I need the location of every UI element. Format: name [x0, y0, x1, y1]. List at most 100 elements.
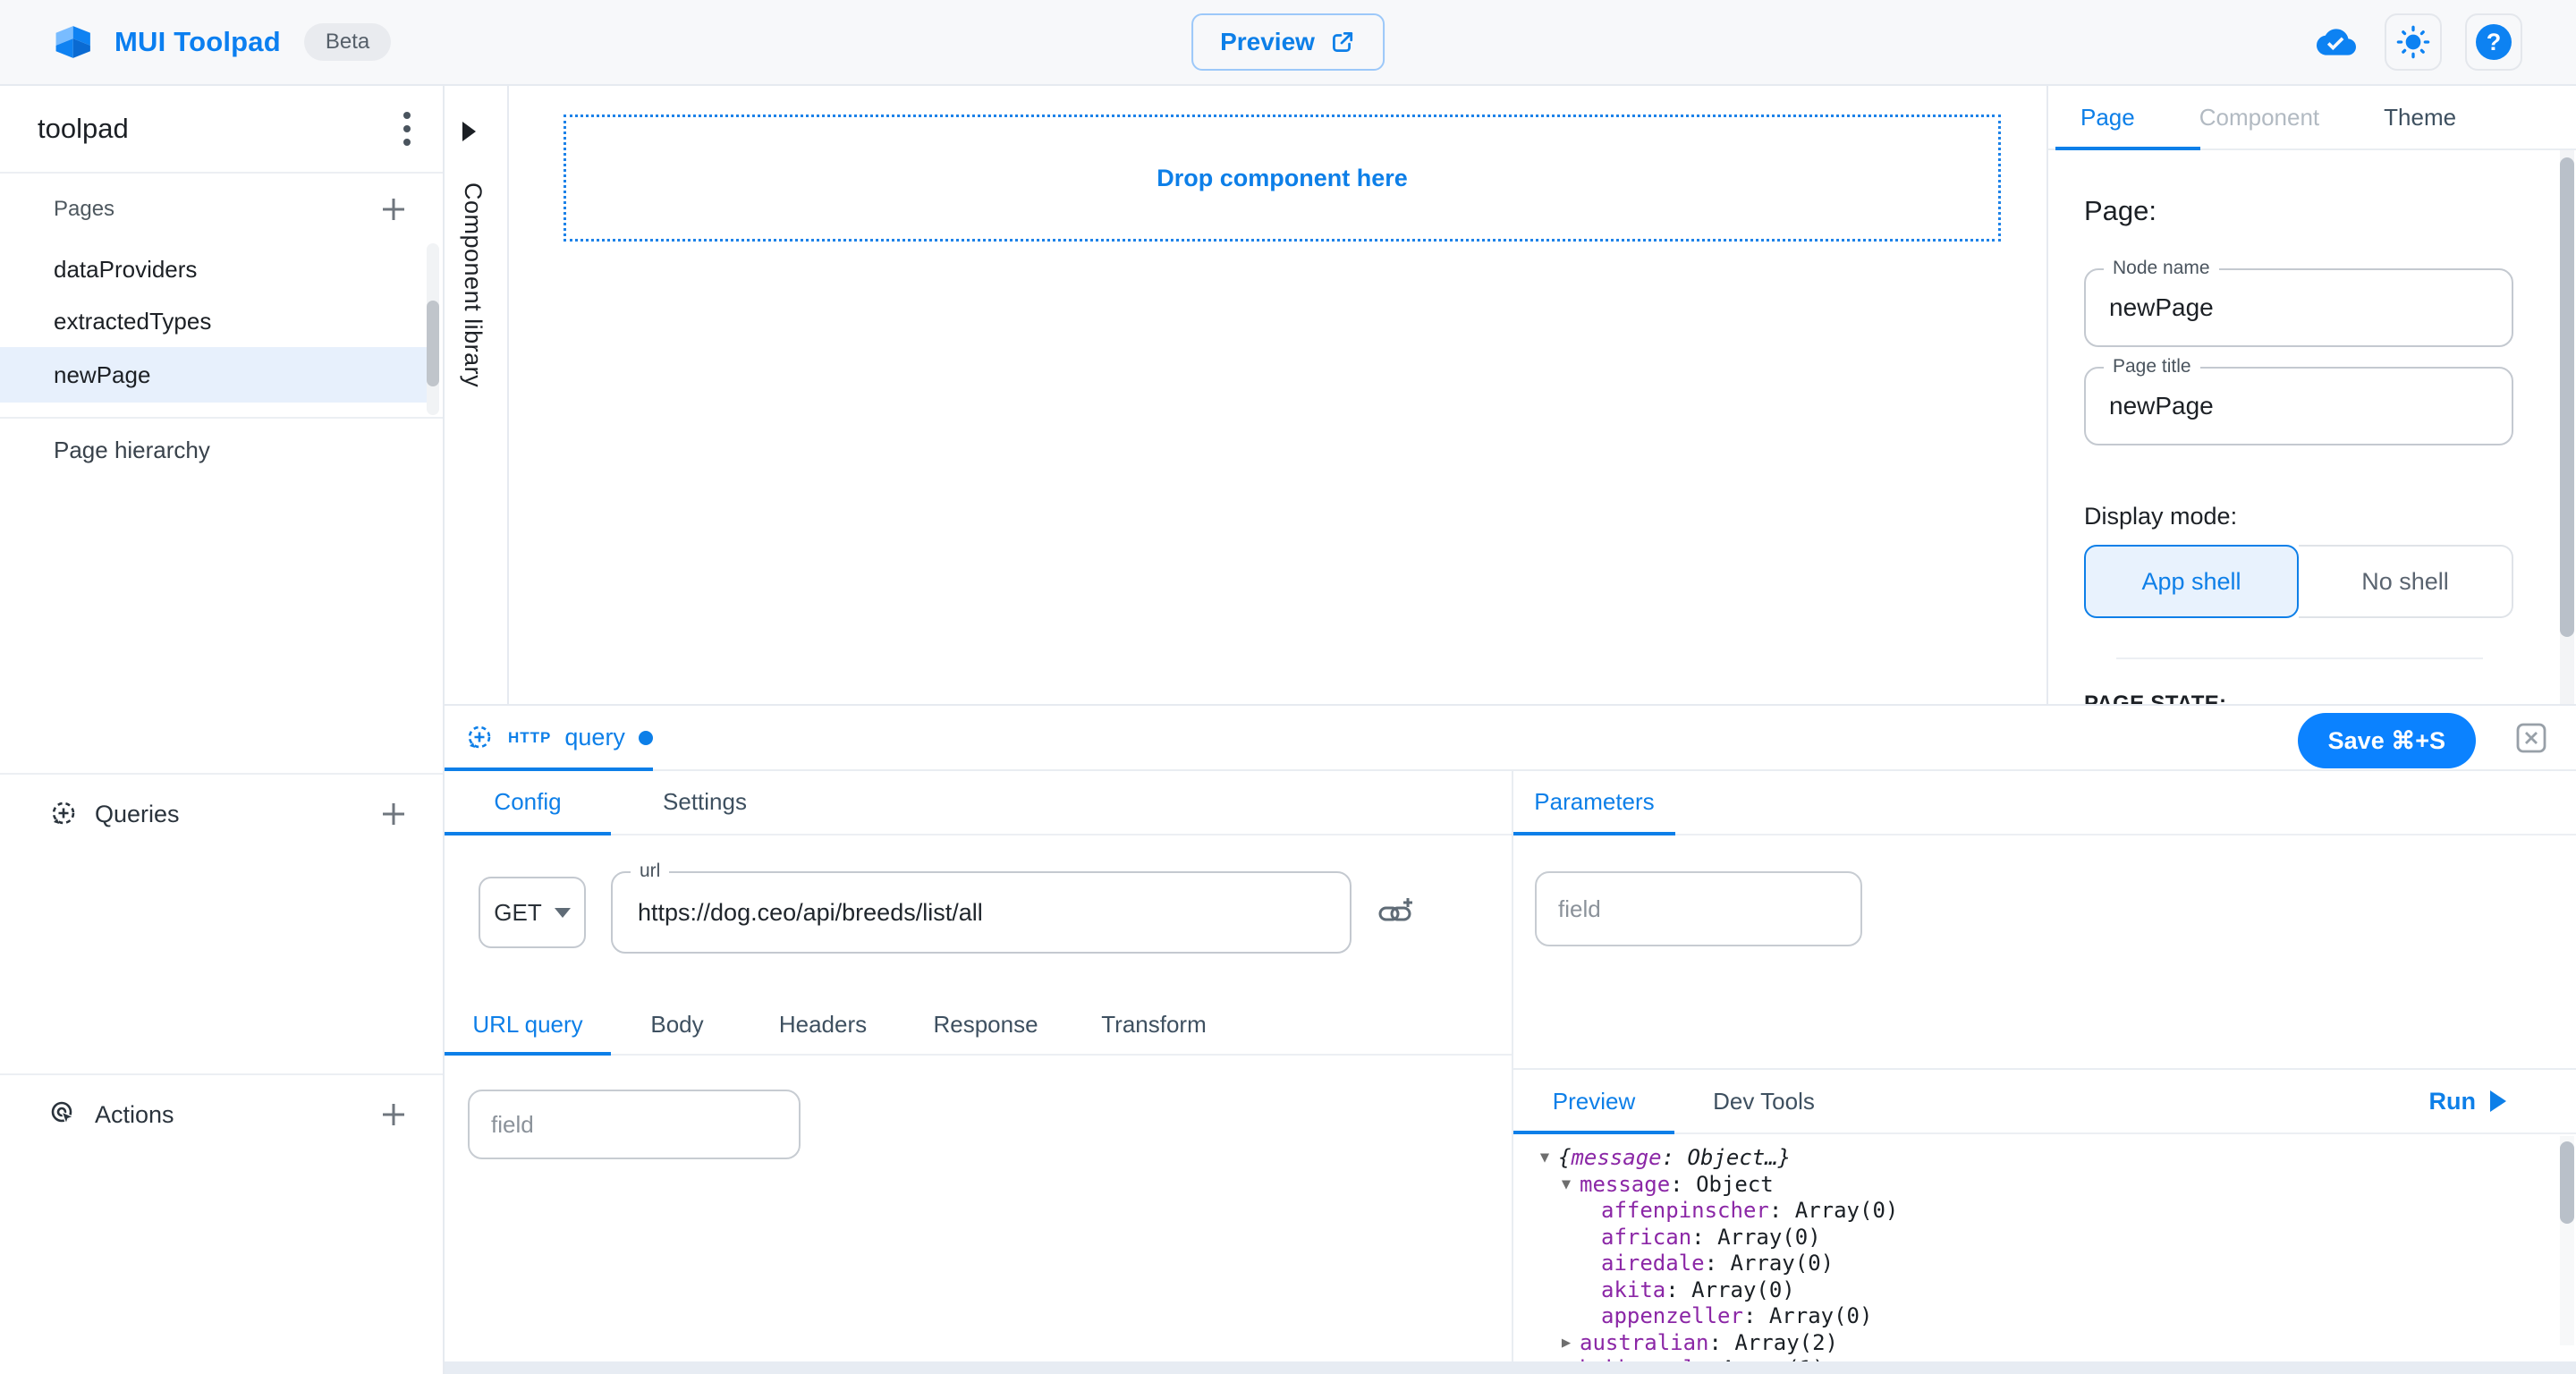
divider [0, 417, 443, 419]
active-parameters-underline [1513, 832, 1675, 835]
sidebar-item-extractedTypes[interactable]: extractedTypes [0, 295, 428, 347]
json-key: airedale [1601, 1251, 1705, 1277]
page-hierarchy-label[interactable]: Page hierarchy [54, 437, 210, 464]
node-name-input[interactable] [2086, 270, 2512, 345]
help-button[interactable]: ? [2465, 13, 2522, 71]
active-request-tab-underline [445, 1052, 611, 1056]
node-name-field: Node name [2084, 268, 2513, 347]
component-library-label: Component library [459, 182, 487, 387]
tab-component[interactable]: Component [2167, 86, 2351, 148]
query-editor-header: HTTP query Save ⌘+S [445, 706, 2576, 771]
toolpad-logo-icon [54, 23, 95, 61]
sun-icon [2395, 24, 2431, 60]
add-action-button[interactable] [380, 1101, 407, 1128]
caret-spacer [1574, 1277, 1601, 1304]
query-kind-label: HTTP [508, 729, 551, 747]
json-row: ▼{message: Object…} [1526, 1145, 2556, 1172]
url-input[interactable] [613, 873, 1350, 952]
collapse-caret-icon[interactable]: ▼ [1531, 1145, 1558, 1172]
json-row: african: Array(0) [1526, 1225, 2556, 1251]
sidebar-item-dataProviders[interactable]: dataProviders [0, 243, 428, 295]
request-detail-tabs: URL query Body Headers Response Transfor… [445, 995, 1512, 1056]
pages-scrollbar-thumb[interactable] [427, 301, 439, 386]
tab-response[interactable]: Response [902, 995, 1069, 1054]
json-sep: : [1670, 1172, 1696, 1199]
method-select[interactable]: GET [479, 877, 586, 948]
toggle-no-shell[interactable]: No shell [2299, 545, 2513, 618]
parameters-field [1535, 871, 1862, 946]
add-binding-icon[interactable] [1377, 895, 1416, 930]
json-sep: : [1709, 1330, 1735, 1357]
component-dropzone[interactable]: Drop component here [564, 114, 2001, 242]
expand-caret-icon[interactable]: ▶ [1553, 1330, 1580, 1357]
queries-section-label: Queries [95, 801, 380, 828]
inspector-tabs: Page Component Theme [2048, 86, 2576, 150]
close-panel-button[interactable] [2515, 722, 2547, 754]
horizontal-scrollbar-track[interactable] [445, 1361, 2576, 1374]
cloud-synced-icon [2311, 22, 2361, 62]
add-page-button[interactable] [380, 196, 407, 223]
json-sep: : [1743, 1303, 1769, 1330]
tab-parameters[interactable]: Parameters [1513, 769, 1675, 834]
json-key: akita [1601, 1277, 1665, 1304]
tab-theme[interactable]: Theme [2351, 86, 2488, 148]
json-row: ▼message: Object [1526, 1172, 2556, 1199]
run-label: Run [2429, 1088, 2476, 1115]
tab-settings[interactable]: Settings [611, 769, 799, 834]
method-value: GET [494, 899, 541, 927]
inspector-body: Page: Node name Page title Display mode:… [2048, 148, 2576, 704]
caret-spacer [1574, 1251, 1601, 1277]
url-query-field-input[interactable] [470, 1091, 799, 1158]
query-tab[interactable]: HTTP query [445, 706, 680, 769]
mui-toolpad-app: MUI Toolpad Beta Preview [0, 0, 2576, 1374]
inspector-panel: Page Component Theme Page: Node name Pag… [2046, 86, 2576, 704]
parameters-field-input[interactable] [1537, 873, 1860, 945]
json-value: Array(0) [1717, 1225, 1821, 1251]
tab-config[interactable]: Config [445, 769, 611, 834]
save-button[interactable]: Save ⌘+S [2298, 713, 2476, 768]
preview-scrollbar-thumb[interactable] [2560, 1141, 2574, 1224]
json-key: australian [1580, 1330, 1709, 1357]
json-key: african [1601, 1225, 1691, 1251]
beta-badge: Beta [304, 23, 391, 61]
tab-transform[interactable]: Transform [1069, 995, 1239, 1054]
sidebar-item-newPage[interactable]: newPage [0, 347, 428, 403]
app-title: MUI Toolpad [114, 26, 281, 58]
divider [2116, 657, 2483, 659]
page-state-label: PAGE STATE: [2084, 691, 2526, 704]
theme-toggle-button[interactable] [2385, 13, 2442, 71]
component-library-strip[interactable]: Component library [445, 86, 509, 704]
pages-section-label: Pages [54, 197, 114, 222]
actions-icon [48, 1099, 79, 1130]
active-config-underline [445, 832, 611, 835]
page-title-input[interactable] [2086, 369, 2512, 444]
tab-body[interactable]: Body [611, 995, 743, 1054]
project-name: toolpad [38, 113, 129, 145]
toggle-app-shell[interactable]: App shell [2084, 545, 2299, 618]
collapse-caret-icon[interactable]: ▼ [1553, 1172, 1580, 1199]
results-section: Preview Dev Tools Run ▼{message: Object…… [1513, 1068, 2576, 1361]
json-sep: : [1769, 1198, 1795, 1225]
config-settings-tabs: Config Settings [445, 769, 1512, 835]
dropzone-label: Drop component here [1157, 165, 1408, 192]
preview-button-label: Preview [1220, 28, 1315, 56]
expand-library-icon[interactable] [462, 122, 476, 141]
kebab-menu-icon[interactable] [402, 108, 412, 149]
logo-group: MUI Toolpad Beta [54, 23, 391, 61]
tab-url-query[interactable]: URL query [445, 995, 611, 1054]
pages-section-header: Pages [0, 175, 443, 243]
project-row: toolpad [0, 86, 443, 174]
query-config-column: Config Settings GET url [445, 769, 1512, 1361]
tab-dev-tools[interactable]: Dev Tools [1674, 1070, 1853, 1132]
preview-button[interactable]: Preview [1191, 13, 1385, 71]
run-button[interactable]: Run [2429, 1088, 2506, 1115]
inspector-scrollbar-thumb[interactable] [2560, 157, 2574, 637]
tab-headers[interactable]: Headers [743, 995, 902, 1054]
add-query-button[interactable] [380, 801, 407, 827]
caret-spacer [1574, 1303, 1601, 1330]
json-sep: : [1662, 1145, 1688, 1172]
tab-page[interactable]: Page [2048, 86, 2167, 148]
tab-preview[interactable]: Preview [1513, 1070, 1674, 1132]
query-kind-icon [464, 723, 495, 753]
unsaved-indicator-dot [639, 731, 653, 745]
